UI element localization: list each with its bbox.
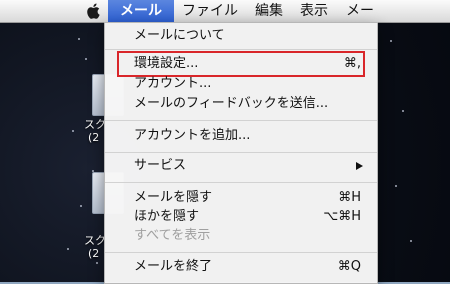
menu-item-label: メールについて	[134, 28, 225, 43]
desktop-file-label: スク	[84, 234, 106, 247]
menu-item-hide-mail[interactable]: メールを隠す ⌘H	[105, 188, 377, 208]
submenu-arrow-icon	[356, 162, 363, 170]
menu-item-shortcut: ⌘Q	[337, 259, 361, 274]
menu-separator	[105, 120, 377, 121]
menu-separator	[105, 252, 377, 253]
menu-separator	[105, 152, 377, 153]
star	[85, 58, 87, 60]
star	[67, 248, 69, 250]
menu-item-about[interactable]: メールについて	[105, 26, 377, 46]
star	[78, 38, 80, 40]
menu-edit[interactable]: 編集	[255, 0, 283, 22]
menu-separator	[105, 182, 377, 183]
menu-item-shortcut: ⌥⌘H	[323, 209, 361, 224]
desktop-file-label: (2	[88, 131, 100, 144]
desktop-file-label: スク	[84, 118, 106, 131]
star	[390, 40, 392, 42]
menu-item-label: アカウント...	[134, 76, 212, 91]
menu-mail[interactable]: メール	[108, 0, 174, 22]
menu-item-services[interactable]: サービス	[105, 156, 377, 176]
menu-item-quit[interactable]: メールを終了 ⌘Q	[105, 257, 377, 277]
desktop-file-label: (2	[88, 247, 100, 260]
menu-item-label: サービス	[134, 158, 187, 173]
menu-bar: メール ファイル 編集 表示 メー	[0, 0, 450, 23]
menu-item-label: メールのフィードバックを送信...	[134, 96, 329, 111]
menu-item-shortcut: ⌘H	[338, 190, 361, 205]
menu-separator	[105, 49, 377, 50]
star	[402, 110, 404, 112]
menu-item-hide-others[interactable]: ほかを隠す ⌥⌘H	[105, 207, 377, 227]
menu-item-send-feedback[interactable]: メールのフィードバックを送信...	[105, 94, 377, 114]
menu-item-show-all: すべてを表示	[105, 226, 377, 246]
star	[410, 240, 412, 242]
star	[80, 205, 82, 207]
menu-item-label: アカウントを追加...	[134, 128, 251, 143]
menu-item-label: すべてを表示	[134, 228, 211, 243]
star	[96, 262, 98, 264]
menu-item-add-account[interactable]: アカウントを追加...	[105, 126, 377, 146]
menu-item-label: メールを隠す	[134, 190, 213, 205]
mail-menu-dropdown: メールについて 環境設定... ⌘, アカウント... メールのフィードバックを…	[104, 22, 378, 284]
menu-file[interactable]: ファイル	[182, 0, 238, 22]
menu-item-accounts[interactable]: アカウント...	[105, 74, 377, 94]
menu-view[interactable]: 表示	[300, 0, 328, 22]
menu-item-label: ほかを隠す	[134, 209, 200, 224]
star	[395, 185, 397, 187]
menu-item-label: メールを終了	[134, 259, 213, 274]
apple-icon[interactable]	[84, 1, 104, 21]
menu-mailbox[interactable]: メー	[346, 0, 374, 22]
star	[72, 130, 74, 132]
